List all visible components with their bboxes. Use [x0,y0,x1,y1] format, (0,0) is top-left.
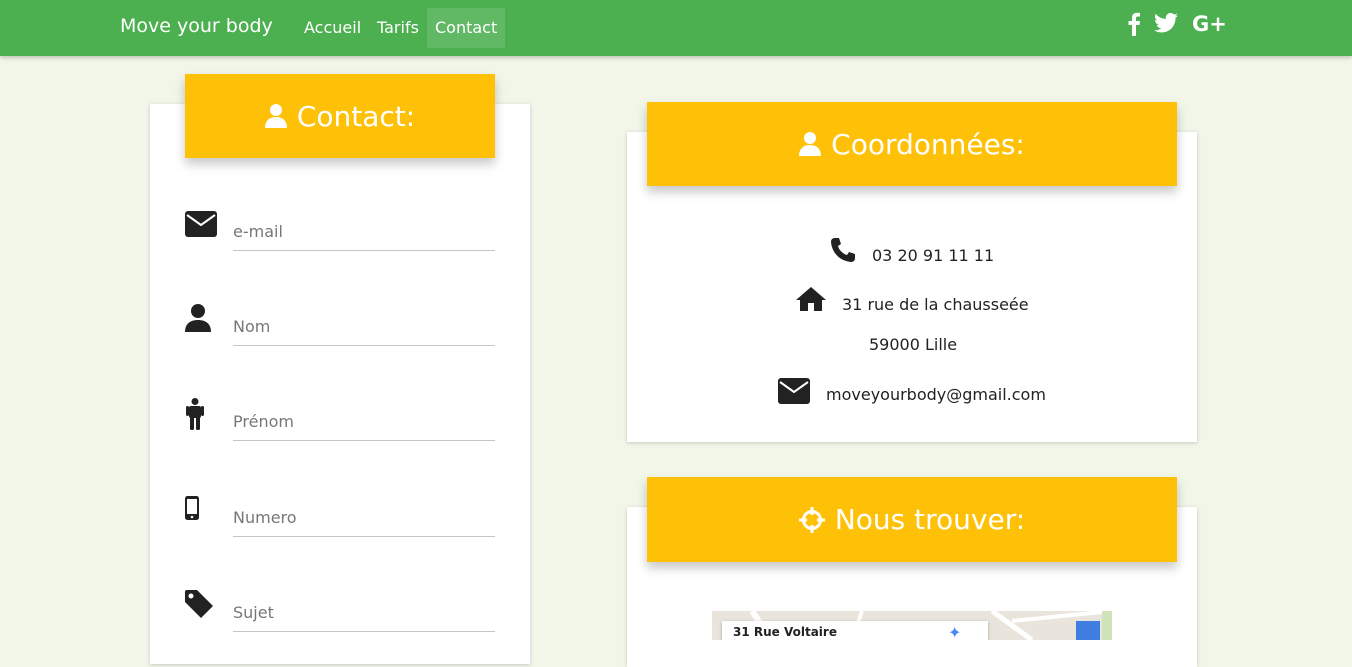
facebook-icon[interactable] [1127,12,1141,36]
address-line-1: 31 rue de la chausseée [842,295,1029,314]
user-icon [799,132,822,156]
map-embed[interactable]: 31 Rue Voltaire ✦ [712,611,1112,640]
contact-card [150,104,530,664]
nom-field[interactable]: Nom [233,309,495,346]
top-navbar: Move your body Accueil Tarifs Contact G+ [0,0,1352,56]
home-icon [796,287,826,311]
find-us-card-title: Nous trouver: [834,503,1026,536]
contact-email[interactable]: moveyourbody@gmail.com [826,385,1046,404]
email-field[interactable]: e-mail [233,214,495,251]
envelope-icon [778,378,810,404]
brand-link[interactable]: Move your body [120,15,273,37]
user-icon [264,104,287,128]
map-info-box: 31 Rue Voltaire ✦ [722,621,988,640]
nav-link-tarifs[interactable]: Tarifs [369,8,427,48]
phone-icon [831,238,855,262]
tag-icon [185,590,213,618]
coordinates-card-title: Coordonnées: [831,127,1025,161]
directions-icon[interactable]: ✦ [948,623,961,640]
nav-link-contact[interactable]: Contact [427,8,506,48]
address-line-2: 59000 Lille [869,335,958,354]
contact-card-title: Contact: [296,99,416,133]
crosshairs-icon [798,506,825,533]
person-icon [186,398,204,430]
nav-link-accueil[interactable]: Accueil [296,8,369,48]
contact-card-header: Contact: [185,74,495,158]
user-icon [185,304,211,332]
sujet-field[interactable]: Sujet [233,595,495,632]
prenom-field[interactable]: Prénom [233,404,495,441]
svg-text:G+: G+ [1192,13,1227,35]
map-place-label: 31 Rue Voltaire [733,625,837,639]
envelope-icon [185,211,217,237]
coordinates-card-header: Coordonnées: [647,102,1177,186]
numero-field[interactable]: Numero [233,500,495,537]
mobile-icon [185,496,199,520]
find-us-card-header: Nous trouver: [647,477,1177,562]
twitter-icon[interactable] [1154,12,1178,34]
phone-number: 03 20 91 11 11 [872,246,995,265]
google-plus-icon[interactable]: G+ [1192,13,1228,35]
